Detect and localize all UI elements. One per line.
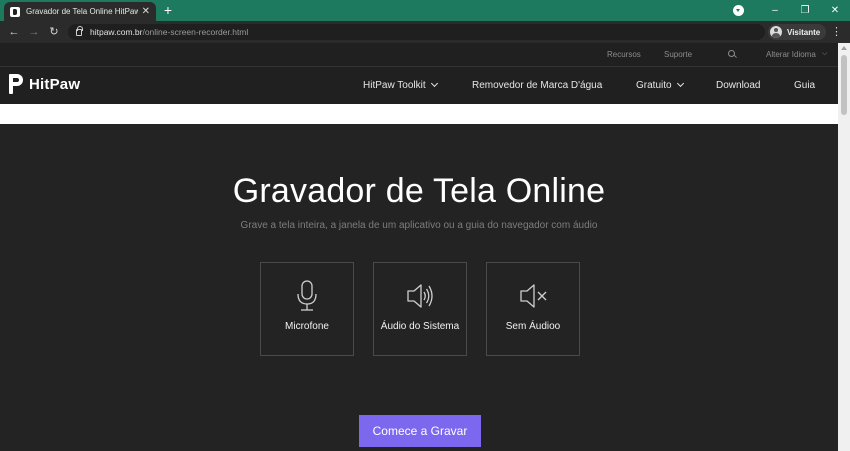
option-system-audio[interactable]: Áudio do Sistema xyxy=(373,262,467,356)
avatar-icon xyxy=(770,26,782,38)
hitpaw-logo[interactable]: HitPaw xyxy=(9,74,80,94)
option-no-audio[interactable]: Sem Áudioo xyxy=(486,262,580,356)
change-language-link[interactable]: Alterar Idioma xyxy=(766,50,816,59)
page-title: Gravador de Tela Online xyxy=(232,172,606,210)
start-recording-button[interactable]: Comece a Gravar xyxy=(359,415,481,447)
profile-name: Visitante xyxy=(787,27,821,37)
back-button[interactable]: ← xyxy=(4,22,24,42)
forward-button[interactable]: → xyxy=(24,22,44,42)
website: Recursos Suporte Alterar Idioma ⌵ HitPaw… xyxy=(0,43,838,451)
browser-tab[interactable]: Gravador de Tela Online HitPaw | ✕ xyxy=(4,2,156,21)
scrollbar-thumb[interactable] xyxy=(841,55,847,115)
speaker-icon xyxy=(407,284,433,308)
new-tab-button[interactable]: + xyxy=(160,2,176,18)
white-banner xyxy=(0,104,838,124)
close-window-button[interactable]: ✕ xyxy=(820,0,850,21)
window-controls: – ❐ ✕ xyxy=(733,0,850,21)
hitpaw-logo-icon xyxy=(9,74,23,94)
nav-free-label: Gratuito xyxy=(636,80,672,91)
tab-close-icon[interactable]: ✕ xyxy=(142,6,150,17)
nav-guide[interactable]: Guia xyxy=(794,80,815,91)
tab-title: Gravador de Tela Online HitPaw | xyxy=(26,7,138,16)
chevron-down-icon xyxy=(676,79,684,88)
nav-toolkit[interactable]: HitPaw Toolkit xyxy=(363,79,438,91)
nav-download[interactable]: Download xyxy=(716,80,760,91)
lock-icon[interactable] xyxy=(76,25,83,36)
page-subtitle: Grave a tela inteira, a janela de um apl… xyxy=(240,220,598,231)
logo-text: HitPaw xyxy=(29,75,81,93)
hitpaw-favicon-icon xyxy=(10,6,20,17)
reload-button[interactable]: ↻ xyxy=(44,22,64,42)
page-scrollbar[interactable] xyxy=(838,43,850,451)
tab-search-icon[interactable] xyxy=(733,5,744,16)
nav-watermark-remover[interactable]: Removedor de Marca D'água xyxy=(472,80,602,91)
browser-menu-icon[interactable]: ⋮ xyxy=(831,24,842,40)
scroll-up-icon[interactable] xyxy=(841,46,847,50)
option-system-audio-label: Áudio do Sistema xyxy=(380,321,460,332)
mute-icon xyxy=(520,284,547,308)
url-domain: hitpaw.com.br xyxy=(90,27,143,37)
resources-link[interactable]: Recursos xyxy=(607,50,641,59)
hero-section: Gravador de Tela Online Grave a tela int… xyxy=(0,124,838,451)
support-link[interactable]: Suporte xyxy=(664,50,692,59)
main-navigation: HitPaw HitPaw Toolkit Removedor de Marca… xyxy=(0,67,838,104)
utility-bar: Recursos Suporte Alterar Idioma ⌵ xyxy=(0,43,838,67)
browser-toolbar: ← → ↻ hitpaw.com.br/online-screen-record… xyxy=(0,21,850,43)
chevron-down-icon: ⌵ xyxy=(822,50,828,57)
microphone-icon xyxy=(297,280,317,311)
browser-tab-strip: Gravador de Tela Online HitPaw | ✕ + – ❐… xyxy=(0,0,850,21)
url-path: /online-screen-recorder.html xyxy=(142,27,249,37)
profile-button[interactable]: Visitante xyxy=(768,24,827,40)
address-bar[interactable]: hitpaw.com.br/online-screen-recorder.htm… xyxy=(68,24,765,40)
option-microphone[interactable]: Microfone xyxy=(260,262,354,356)
nav-free[interactable]: Gratuito xyxy=(636,79,684,91)
search-icon[interactable] xyxy=(728,50,735,57)
option-microphone-label: Microfone xyxy=(285,321,329,332)
minimize-button[interactable]: – xyxy=(760,0,790,21)
restore-button[interactable]: ❐ xyxy=(790,0,820,21)
url-text: hitpaw.com.br/online-screen-recorder.htm… xyxy=(90,27,248,37)
option-no-audio-label: Sem Áudioo xyxy=(505,321,561,332)
nav-toolkit-label: HitPaw Toolkit xyxy=(363,80,426,91)
chevron-down-icon xyxy=(430,79,438,88)
